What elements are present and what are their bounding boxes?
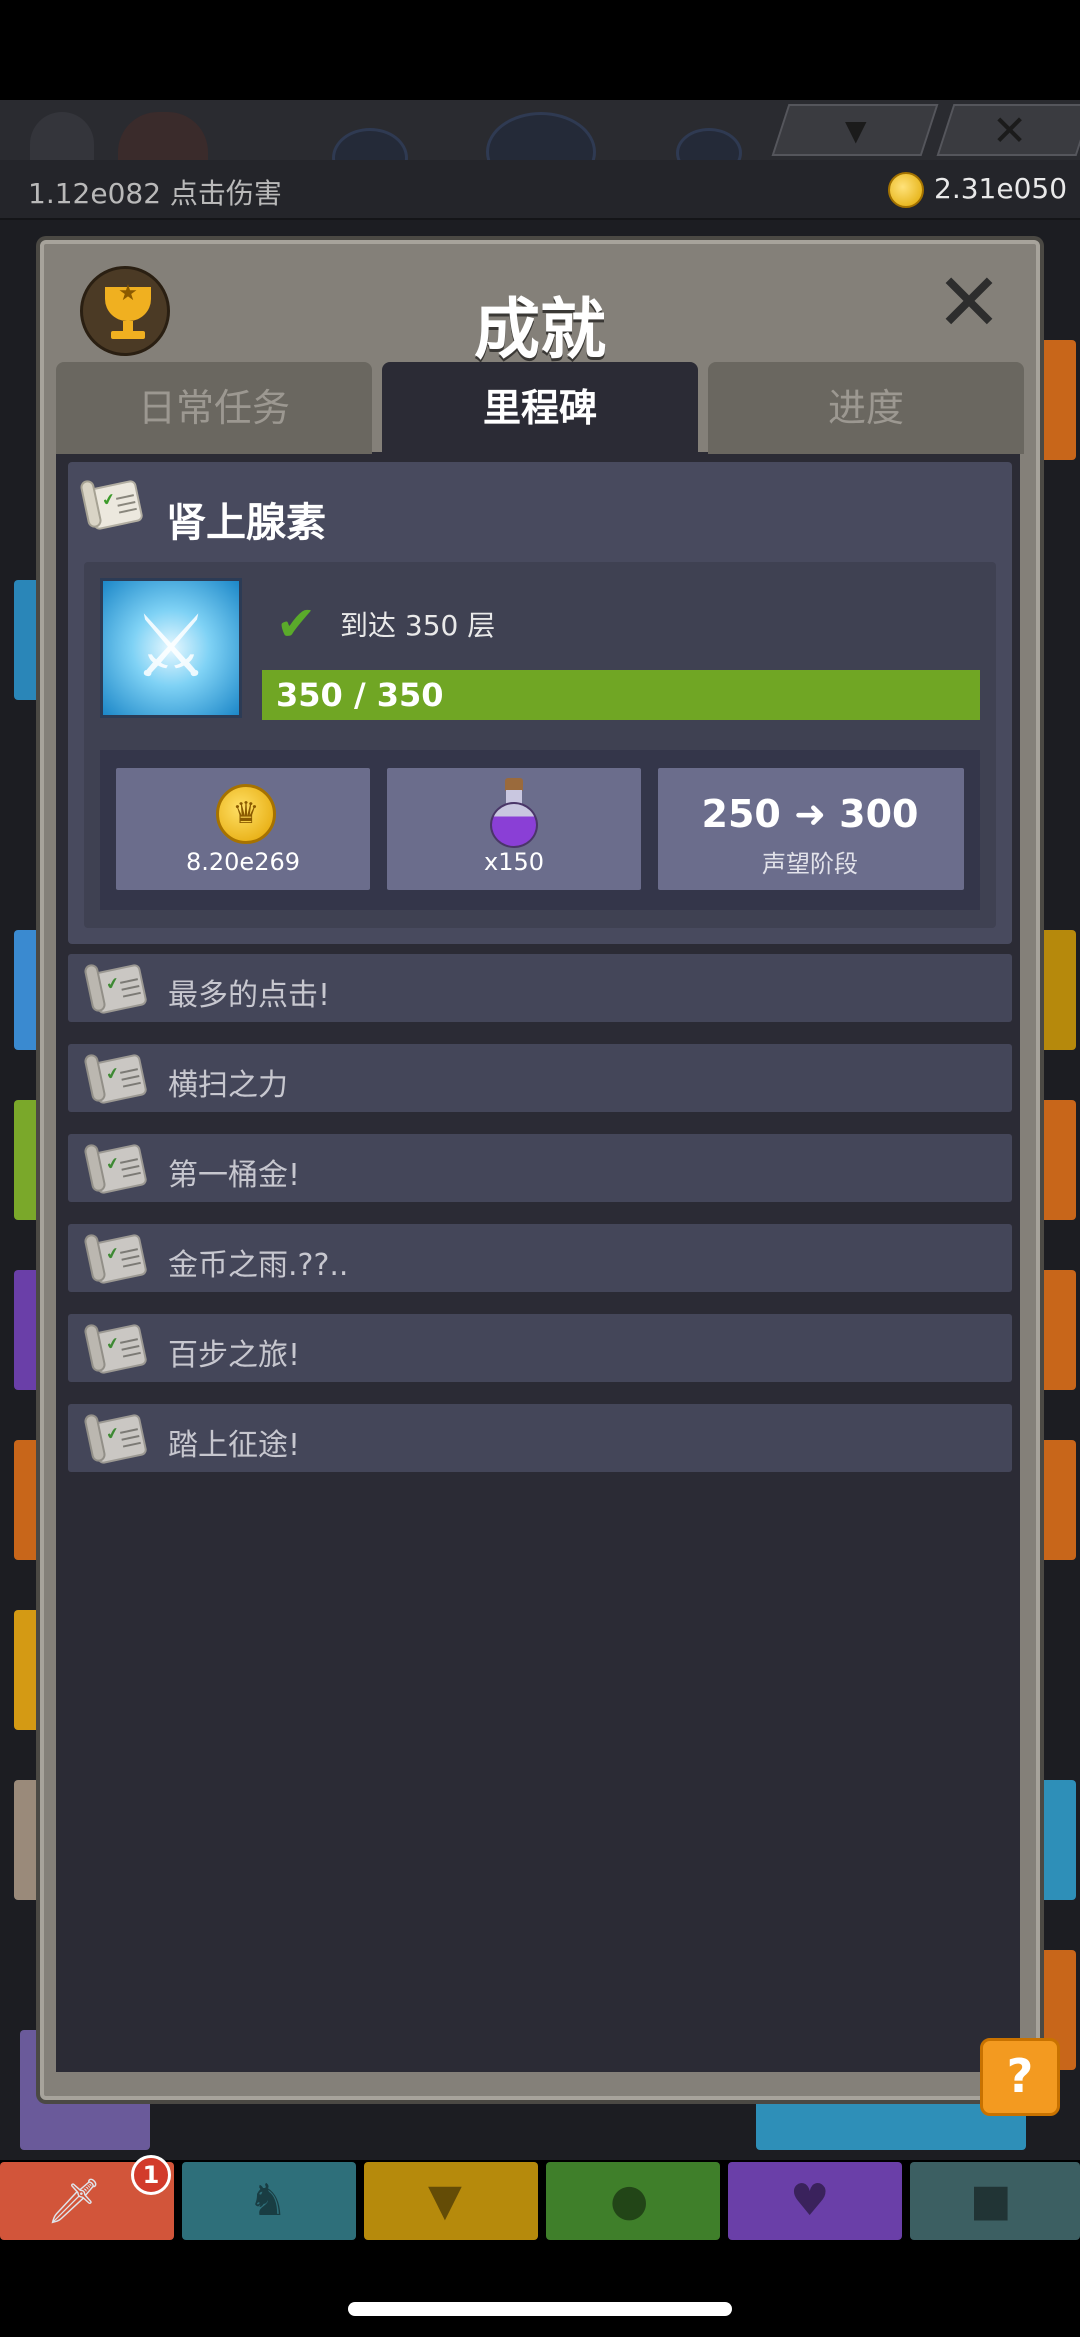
help-button[interactable]: ? [980,2038,1060,2116]
home-indicator[interactable] [348,2302,732,2316]
notification-badge: 1 [131,2155,171,2195]
gold-coin-icon [888,172,924,208]
achievement-title: 肾上腺素 [166,500,326,546]
scroll-icon: ✔ [79,478,144,532]
tab-daily-tasks[interactable]: 日常任务 [56,362,372,454]
scroll-icon: ✔ [83,1142,148,1196]
achievement-label: 踏上征途! [168,1428,301,1463]
scroll-icon: ✔ [83,962,148,1016]
background-card [1040,1100,1076,1220]
gold-amount-text: 2.31e050 [934,172,1068,205]
achievement-label: 最多的点击! [168,978,331,1013]
modal-title: 成就 [474,291,606,368]
scroll-icon: ✔ [83,1232,148,1286]
status-bar-area [0,0,1080,100]
scroll-icon: ✔ [83,1322,148,1376]
tab-milestones[interactable]: 里程碑 [382,362,698,454]
hero-portrait: ⚔ [100,578,242,718]
crown-coin-icon: ♛ [216,784,276,844]
arrow-right-icon: ➜ [794,792,840,836]
achievement-label: 横扫之力 [168,1068,288,1103]
background-card [1040,1780,1076,1900]
background-card [1040,1270,1076,1390]
close-icon: ✕ [992,106,1028,155]
background-card [1040,1440,1076,1560]
achievement-label: 百步之旅! [168,1338,301,1373]
chevron-down-icon: ▼ [845,114,867,147]
close-icon[interactable]: ✕ [932,263,1006,343]
achievement-label: 第一桶金! [168,1158,301,1193]
swordsman-icon: ⚔ [132,597,210,697]
heart-icon: ♥ [790,2175,830,2226]
checkmark-icon: ✔ [276,596,317,652]
chest-icon: ■ [970,2175,1012,2226]
prestige-stage-change: 250 ➜ 300 [660,792,960,836]
shirt-icon: ▼ [428,2175,462,2226]
viking-helmet-icon: ♞ [248,2175,288,2226]
background-card [1040,930,1076,1050]
prestige-label: 声望阶段 [762,850,858,878]
potion-icon [486,778,542,852]
scroll-icon: ✔ [83,1052,148,1106]
pet-icon: ● [610,2175,649,2226]
tap-damage-text: 1.12e082 点击伤害 [28,177,282,210]
sword-icon: 🗡 [46,2176,102,2227]
progress-text: 350 / 350 [276,676,444,714]
reward-gold-amount: 8.20e269 [185,848,300,876]
achievement-goal: 到达 350 层 [340,609,496,642]
prestige-from: 250 [701,792,781,836]
reward-potion-amount: x150 [483,848,544,876]
achievement-label: 金币之雨.??.. [168,1248,349,1283]
tab-progress[interactable]: 进度 [708,362,1024,454]
scroll-icon: ✔ [83,1412,148,1466]
prestige-to: 300 [839,792,919,836]
